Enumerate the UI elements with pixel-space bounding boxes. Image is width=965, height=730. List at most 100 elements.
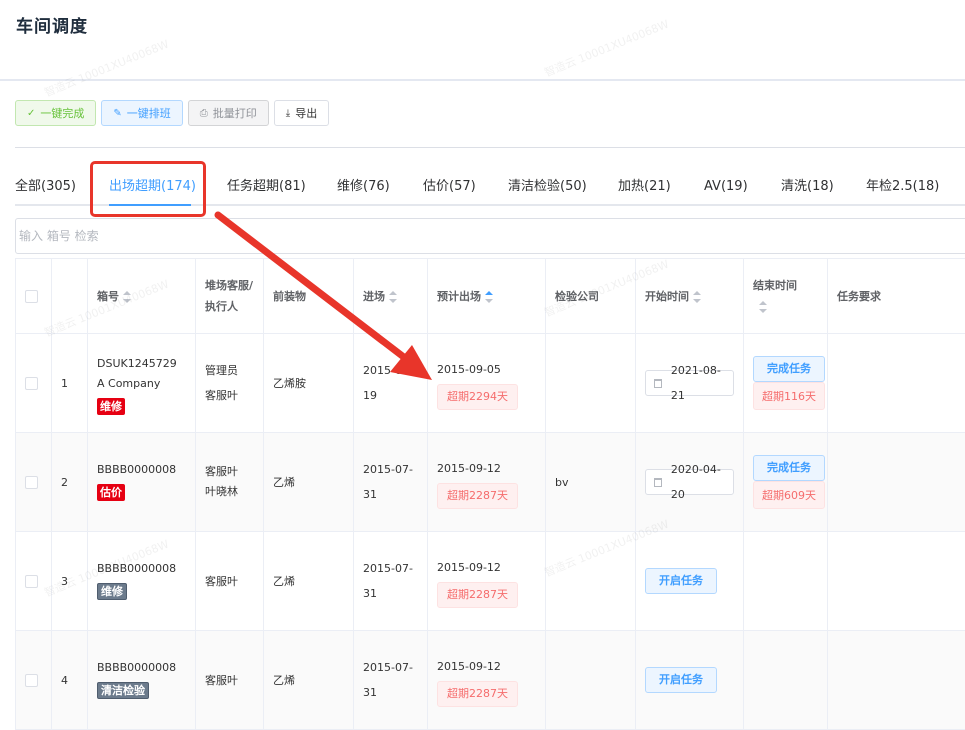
start-task-button[interactable]: 开启任务 [645,667,717,693]
box-no: BBBB0000008 [97,462,177,476]
sort-icon[interactable] [759,301,767,313]
expected-exit-cell: 2015-09-12 超期2287天 [427,630,546,730]
tab-all[interactable]: 全部(305) [15,170,76,204]
header-start-time-label: 开始时间 [645,289,689,303]
toolbar: ✓ 一键完成 ✎ 一键排班 ⎙ 批量打印 ⤓ 导出 [15,100,330,126]
cargo-cell: 乙烯 [263,531,354,631]
service-cell: 管理员 客服叶 [195,333,264,433]
service-cell: 客服叶 叶晓林 [195,432,264,532]
active-tab-indicator [109,204,191,206]
complete-task-button[interactable]: 完成任务 [753,356,825,382]
tab-wash[interactable]: 清洗(18) [781,170,834,204]
tab-estimate[interactable]: 估价(57) [423,170,476,204]
exit-overdue-badge: 超期2287天 [437,482,518,509]
entry-date-line1: 2015-07- [363,661,413,674]
printer-icon: ⎙ [199,107,208,119]
header-end-time[interactable]: 结束时间 [743,258,828,334]
sort-icon[interactable] [693,290,701,303]
start-date-picker[interactable]: 2021-08-21 [645,364,734,402]
start-date-value: 2021-08-21 [670,364,721,402]
expected-exit-date: 2015-09-05 [437,362,501,376]
box-no: BBBB0000008 [97,561,177,575]
header-select-all[interactable] [15,258,52,334]
start-date-picker[interactable]: 2020-04-20 [645,463,734,501]
filter-tabs: 全部(305) 出场超期(174) 任务超期(81) 维修(76) 估价(57)… [15,170,965,206]
tab-av[interactable]: AV(19) [704,170,748,204]
header-service: 堆场客服/执行人 [195,258,264,334]
row-checkbox[interactable] [25,575,38,588]
box-no-cell: BBBB0000008 清洁检验 [87,630,196,730]
complete-all-label: 一键完成 [40,108,85,120]
service-cell: 客服叶 [195,630,264,730]
table-header-row: 箱号 堆场客服/执行人 前装物 进场 预计出场 检验公司 开始时间 结束时间 任… [15,258,965,334]
header-inspection: 检验公司 [545,258,636,334]
inspection-cell: bv [545,432,636,532]
export-button[interactable]: ⤓ 导出 [273,100,330,126]
header-box-no[interactable]: 箱号 [87,258,196,334]
sort-asc-icon[interactable] [485,290,493,303]
executor-user: 叶晓林 [205,485,238,498]
task-table: 箱号 堆场客服/执行人 前装物 进场 预计出场 检验公司 开始时间 结束时间 任… [15,258,965,730]
task-type-tag: 清洁检验 [97,681,149,699]
calendar-icon [654,477,662,487]
schedule-all-button[interactable]: ✎ 一键排班 [101,100,183,126]
expected-exit-cell: 2015-09-12 超期2287天 [427,432,546,532]
entry-cell: 2015-07- 31 [353,531,428,631]
box-no-cell: DSUK1245729 A Company 维修 [87,333,196,433]
select-all-checkbox[interactable] [25,290,38,303]
tab-clean-inspect[interactable]: 清洁检验(50) [508,170,587,204]
row-index: 3 [51,531,88,631]
service-user: 客服叶 [205,465,238,478]
schedule-all-label: 一键排班 [126,108,171,120]
entry-cell: 2015-07- 31 [353,432,428,532]
end-time-cell: 完成任务 超期116天 [743,333,828,433]
expected-exit-date: 2015-09-12 [437,560,501,574]
start-task-button[interactable]: 开启任务 [645,568,717,594]
row-checkbox[interactable] [25,476,38,489]
section-divider [15,147,965,148]
start-date-value: 2020-04-20 [670,463,721,501]
header-expected-exit[interactable]: 预计出场 [427,258,546,334]
row-checkbox[interactable] [25,674,38,687]
executor-user: 客服叶 [205,389,238,402]
export-label: 导出 [295,108,318,120]
end-overdue-badge: 超期609天 [753,481,825,509]
expected-exit-date: 2015-09-12 [437,461,501,475]
page-title: 车间调度 [16,17,88,37]
sort-icon[interactable] [123,290,131,303]
search-input[interactable] [15,218,965,254]
tab-task-overdue[interactable]: 任务超期(81) [227,170,306,204]
entry-date-line2: 31 [363,686,377,699]
title-divider [0,79,965,81]
batch-print-button[interactable]: ⎙ 批量打印 [187,100,269,126]
service-cell: 客服叶 [195,531,264,631]
box-no: BBBB0000008 [97,660,177,674]
start-time-cell: 开启任务 [635,531,744,631]
entry-date-line2: 31 [363,587,377,600]
table-row: 4 BBBB0000008 清洁检验 客服叶 乙烯 2015-07- 31 20… [15,630,965,730]
entry-date-line1: 2015-07- [363,562,413,575]
task-type-tag: 估价 [97,483,125,501]
sort-icon[interactable] [389,290,397,303]
tab-annual-inspection[interactable]: 年检2.5(18) [866,170,939,204]
batch-print-label: 批量打印 [212,108,257,120]
row-index: 2 [51,432,88,532]
tab-heating[interactable]: 加热(21) [618,170,671,204]
entry-date-line1: 2015-0 [363,364,402,377]
entry-date-line1: 2015-07- [363,463,413,476]
complete-all-button[interactable]: ✓ 一键完成 [15,100,97,126]
inspection-cell [545,531,636,631]
tab-exit-overdue[interactable]: 出场超期(174) [109,170,196,204]
header-entry[interactable]: 进场 [353,258,428,334]
header-end-time-label: 结束时间 [753,279,797,292]
header-start-time[interactable]: 开始时间 [635,258,744,334]
requirement-cell [827,630,965,730]
complete-task-button[interactable]: 完成任务 [753,455,825,481]
header-requirement: 任务要求 [827,258,965,334]
tab-repair[interactable]: 维修(76) [337,170,390,204]
row-checkbox[interactable] [25,377,38,390]
end-time-cell [743,630,828,730]
service-user: 管理员 [205,364,238,377]
cargo-cell: 乙烯 [263,432,354,532]
table-row: 2 BBBB0000008 估价 客服叶 叶晓林 乙烯 2015-07- 31 … [15,432,965,532]
